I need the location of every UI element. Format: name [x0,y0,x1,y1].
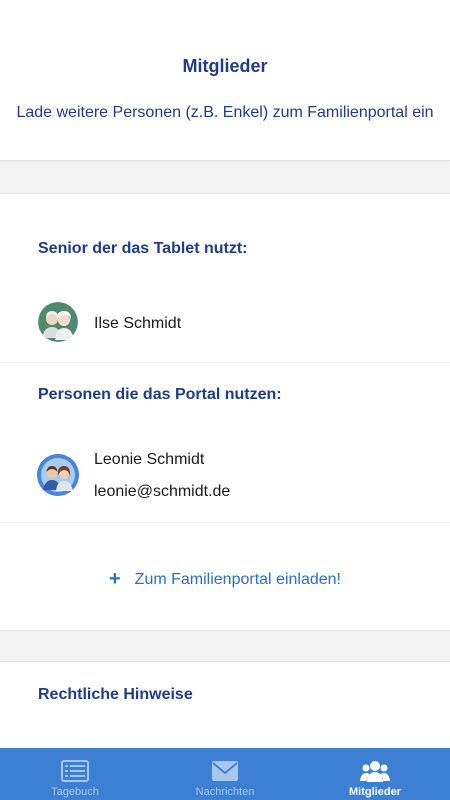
plus-icon: + [108,568,121,590]
senior-section-title: Senior der das Tablet nutzt: [38,240,248,257]
invite-button[interactable]: + Zum Familienportal einladen! [0,568,450,591]
nav-tab-tagebuch[interactable]: Tagebuch [0,748,150,800]
invite-label: Zum Familienportal einladen! [134,571,341,588]
legal-card[interactable]: Rechtliche Hinweise [0,661,450,750]
page-title: Mitglieder [182,56,268,76]
page-header: Mitglieder Lade weitere Personen (z.B. E… [0,0,450,161]
family-avatar [37,454,79,496]
page-subtitle: Lade weitere Personen (z.B. Enkel) zum F… [16,104,434,121]
portal-member-email: leonie@schmidt.de [94,483,231,500]
nav-tab-mitglieder[interactable]: Mitglieder [300,748,450,800]
portal-member-name: Leonie Schmidt [94,451,205,468]
divider [0,362,450,363]
senior-couple-avatar [38,302,78,342]
legal-title: Rechtliche Hinweise [38,686,193,703]
portal-section-title: Personen die das Portal nutzen: [38,386,282,403]
nav-label-tagebuch: Tagebuch [51,786,99,798]
bottom-navigation: Tagebuch Nachrichten Mitglieder [0,748,450,800]
members-card: Senior der das Tablet nutzt: Ilse Schmid… [0,193,450,631]
nav-tab-nachrichten[interactable]: Nachrichten [150,748,300,800]
senior-member-name: Ilse Schmidt [94,315,182,332]
members-icon [360,761,390,782]
divider [0,522,450,523]
mail-icon [212,761,238,781]
nav-label-nachrichten: Nachrichten [195,786,255,798]
diary-icon [61,760,89,782]
nav-label-mitglieder: Mitglieder [349,786,401,798]
